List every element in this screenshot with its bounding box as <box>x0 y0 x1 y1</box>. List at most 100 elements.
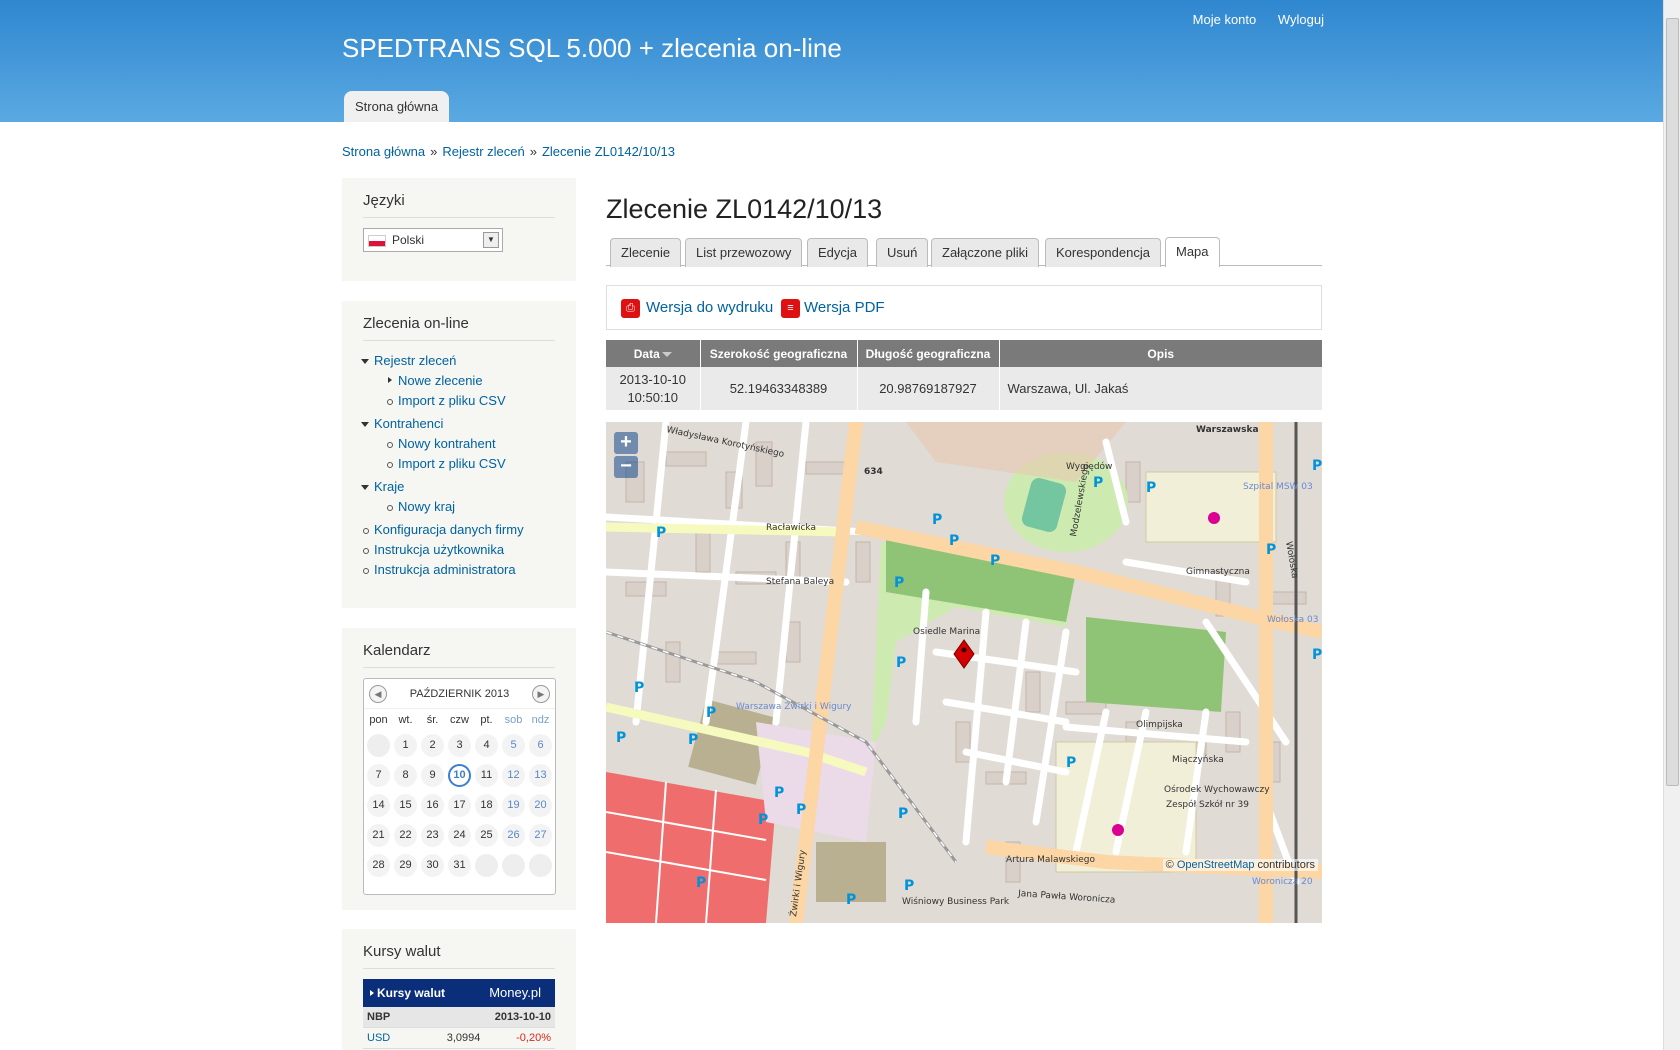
scrollbar-thumb[interactable] <box>1666 18 1679 786</box>
calendar-day[interactable]: 29 <box>394 854 417 877</box>
svg-text:Ośrodek Wychowawczy: Ośrodek Wychowawczy <box>1164 784 1270 795</box>
page-scrollbar[interactable] <box>1663 0 1680 1050</box>
tab-order[interactable]: Zlecenie <box>610 238 682 267</box>
nav-link-orders-register[interactable]: Rejestr zleceń <box>374 353 456 368</box>
calendar-day[interactable]: 12 <box>502 764 525 787</box>
tab-delete[interactable]: Usuń <box>876 238 929 267</box>
tab-correspondence[interactable]: Korespondencja <box>1045 238 1161 267</box>
dropdown-arrow-icon[interactable]: ▼ <box>483 232 499 248</box>
nav-link-new-contractor[interactable]: Nowy kontrahent <box>398 436 496 451</box>
svg-text:P: P <box>896 655 906 671</box>
pdf-version-link[interactable]: Wersja PDF <box>804 298 885 318</box>
my-account-link[interactable]: Moje konto <box>1193 12 1257 27</box>
column-header-longitude[interactable]: Długość geograficzna <box>856 340 999 367</box>
calendar-day[interactable]: 10 <box>448 764 471 787</box>
attribution-suffix: contributors <box>1254 859 1315 871</box>
calendar-day[interactable]: 3 <box>448 734 471 757</box>
nav-link-admin-manual[interactable]: Instrukcja administratora <box>374 562 516 577</box>
cell-latitude: 52.19463348389 <box>699 367 857 410</box>
svg-text:P: P <box>1266 542 1276 558</box>
bullet-icon <box>387 399 393 405</box>
calendar-block: Kalendarz ◀ PAŹDZIERNIK 2013 ▶ pon wt. śr.… <box>342 628 576 910</box>
calendar-day[interactable]: 21 <box>367 824 390 847</box>
calendar-day[interactable]: 18 <box>475 794 498 817</box>
print-version-link[interactable]: Wersja do wydruku <box>646 298 773 318</box>
calendar-day[interactable]: 9 <box>421 764 444 787</box>
calendar-day[interactable]: 8 <box>394 764 417 787</box>
calendar-day[interactable]: 1 <box>394 734 417 757</box>
column-header-date[interactable]: Data <box>606 340 700 367</box>
pdf-icon[interactable]: ≡ <box>781 299 800 318</box>
tab-edit[interactable]: Edycja <box>807 238 869 267</box>
breadcrumb-current-order[interactable]: Zlecenie ZL0142/10/13 <box>542 144 675 159</box>
money-pl-logo[interactable]: Money.pl <box>489 979 541 1007</box>
breadcrumb-orders-register[interactable]: Rejestr zleceń <box>442 144 524 159</box>
currency-code[interactable]: USD <box>363 1028 423 1048</box>
column-header-latitude[interactable]: Szerokość geograficzna <box>699 340 857 367</box>
map-view[interactable]: PPP PPP PPP PPP PPP PPP PPP PP Władysław… <box>606 422 1322 923</box>
calendar-day[interactable]: 16 <box>421 794 444 817</box>
hospital-icon <box>1112 824 1124 836</box>
main-menu-home-tab[interactable]: Strona główna <box>344 91 450 122</box>
nav-link-import-csv-orders[interactable]: Import z pliku CSV <box>398 393 506 408</box>
calendar-day[interactable]: 19 <box>502 794 525 817</box>
calendar-day[interactable]: 6 <box>529 734 552 757</box>
calendar-day[interactable]: 23 <box>421 824 444 847</box>
nav-link-user-manual[interactable]: Instrukcja użytkownika <box>374 542 504 557</box>
nav-item-contractors: Kontrahenci Nowy kontrahent Import z pli… <box>361 414 555 474</box>
calendar-day[interactable]: 22 <box>394 824 417 847</box>
tab-waybill[interactable]: List przewozowy <box>685 238 803 267</box>
calendar-prev-month-button[interactable]: ◀ <box>369 685 387 703</box>
svg-text:P: P <box>894 575 904 591</box>
nav-item-orders-register: Rejestr zleceń Nowe zlecenie Import z pl… <box>361 351 555 411</box>
nav-link-import-csv-contractors[interactable]: Import z pliku CSV <box>398 456 506 471</box>
language-select[interactable]: Polski ▼ <box>363 228 503 252</box>
nav-item-admin-manual: Instrukcja administratora <box>363 560 555 580</box>
map-tiles[interactable]: PPP P PP PPP PPP PPP PPP PPP PP Władysław… <box>606 422 1322 923</box>
calendar-day[interactable]: 5 <box>502 734 525 757</box>
openstreetmap-link[interactable]: OpenStreetMap <box>1177 859 1255 871</box>
svg-text:P: P <box>774 785 784 801</box>
calendar-day[interactable]: 4 <box>475 734 498 757</box>
calendar-day[interactable]: 26 <box>502 824 525 847</box>
zoom-in-button[interactable]: + <box>614 432 638 454</box>
calendar-widget: ◀ PAŹDZIERNIK 2013 ▶ pon wt. śr. czw pt. sob n… <box>363 678 556 895</box>
calendar-empty-cell <box>529 854 552 877</box>
zoom-out-button[interactable]: − <box>614 456 638 478</box>
page-title: Zlecenie ZL0142/10/13 <box>606 194 883 224</box>
column-header-description[interactable]: Opis <box>998 340 1322 367</box>
calendar-day[interactable]: 30 <box>421 854 444 877</box>
printer-icon[interactable]: ⎙ <box>621 299 640 318</box>
calendar-day[interactable]: 13 <box>529 764 552 787</box>
svg-text:Wiśniowy Business Park: Wiśniowy Business Park <box>902 896 1010 907</box>
tab-map[interactable]: Mapa <box>1165 237 1220 267</box>
nav-link-new-country[interactable]: Nowy kraj <box>398 499 455 514</box>
calendar-day[interactable]: 15 <box>394 794 417 817</box>
expanded-arrow-icon <box>361 422 369 427</box>
svg-text:Miączyńska: Miączyńska <box>1172 755 1224 765</box>
calendar-day[interactable]: 2 <box>421 734 444 757</box>
nav-link-company-config[interactable]: Konfiguracja danych firmy <box>374 522 524 537</box>
calendar-day[interactable]: 28 <box>367 854 390 877</box>
calendar-day[interactable]: 27 <box>529 824 552 847</box>
calendar-day[interactable]: 7 <box>367 764 390 787</box>
svg-text:Szpital MSW 03: Szpital MSW 03 <box>1243 482 1313 492</box>
calendar-day[interactable]: 31 <box>448 854 471 877</box>
nav-link-contractors[interactable]: Kontrahenci <box>374 416 443 431</box>
calendar-day[interactable]: 24 <box>448 824 471 847</box>
calendar-empty-cell <box>502 854 525 877</box>
currency-widget-header[interactable]: Kursy walut Money.pl <box>363 979 555 1007</box>
calendar-day[interactable]: 11 <box>475 764 498 787</box>
breadcrumb-home[interactable]: Strona główna <box>342 144 425 159</box>
svg-text:P: P <box>898 806 908 822</box>
nav-link-countries[interactable]: Kraje <box>374 479 404 494</box>
calendar-day[interactable]: 14 <box>367 794 390 817</box>
calendar-day[interactable]: 17 <box>448 794 471 817</box>
calendar-day[interactable]: 25 <box>475 824 498 847</box>
tab-attached-files[interactable]: Załączone pliki <box>931 238 1039 267</box>
site-name[interactable]: SPEDTRANS SQL 5.000 + zlecenia on-line <box>342 33 842 64</box>
nav-link-new-order[interactable]: Nowe zlecenie <box>398 373 483 388</box>
calendar-day[interactable]: 20 <box>529 794 552 817</box>
calendar-next-month-button[interactable]: ▶ <box>532 685 550 703</box>
logout-link[interactable]: Wyloguj <box>1278 12 1324 27</box>
